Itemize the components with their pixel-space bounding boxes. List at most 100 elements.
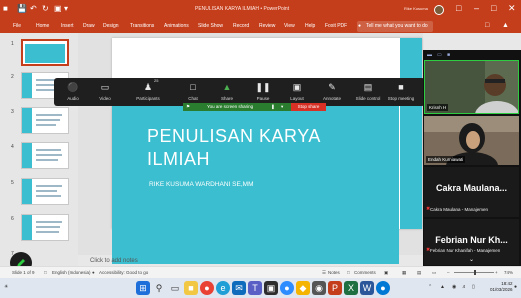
annotate-button[interactable]: ✎ Annotate bbox=[317, 78, 347, 106]
share-button[interactable]: ▲ Share bbox=[214, 78, 240, 106]
tab-transitions[interactable]: Transitions bbox=[130, 23, 154, 29]
participants-button[interactable]: ♟ 25 Participants bbox=[130, 78, 166, 106]
slideshow-icon[interactable]: ▣ bbox=[54, 4, 62, 13]
undo-icon[interactable]: ↶ bbox=[30, 4, 37, 13]
customize-icon[interactable]: ▾ bbox=[64, 4, 68, 13]
panel-collapse-icon[interactable]: ■ bbox=[447, 52, 450, 58]
participant-tile[interactable]: Krisnh H bbox=[424, 60, 519, 114]
zoom-level[interactable]: 74% bbox=[504, 270, 513, 275]
powerpoint-logo-icon: ■ bbox=[3, 4, 8, 13]
edge-icon[interactable]: e bbox=[216, 281, 230, 295]
slide-thumbnail[interactable] bbox=[21, 142, 69, 169]
participant-tile[interactable]: Febrian Nur Kh... ✖ Febrian Nur Khanifah… bbox=[424, 219, 519, 265]
chat-button[interactable]: □ Chat bbox=[180, 78, 206, 106]
stop-meeting-button[interactable]: ■ Stop meeting bbox=[385, 78, 417, 106]
close-icon[interactable]: ✕ bbox=[508, 3, 516, 14]
slide-thumbnail[interactable] bbox=[21, 107, 69, 134]
tab-design[interactable]: Design bbox=[103, 23, 119, 29]
minimize-icon[interactable]: – bbox=[474, 3, 479, 13]
camera-icon[interactable]: ◉ bbox=[312, 281, 326, 295]
app-icon[interactable]: ● bbox=[376, 281, 390, 295]
slide-thumbnail[interactable] bbox=[21, 39, 69, 66]
comments-button[interactable]: Comments bbox=[354, 270, 376, 275]
panel-view-icon[interactable]: ▬ bbox=[427, 52, 432, 58]
slide-control-button[interactable]: ▤ Slide control bbox=[351, 78, 385, 106]
wifi-icon[interactable]: ◉ bbox=[452, 284, 456, 290]
share-ribbon-icon[interactable]: ▲ bbox=[502, 22, 509, 29]
slideshow-view-icon[interactable]: ▭ bbox=[432, 270, 436, 276]
pause-label: Pause bbox=[256, 96, 270, 101]
tab-file[interactable]: File bbox=[13, 23, 21, 29]
weather-icon[interactable]: ☀ bbox=[4, 284, 8, 290]
notification-icon[interactable]: ● bbox=[514, 284, 517, 290]
normal-view-icon[interactable]: ▣ bbox=[384, 270, 388, 276]
tab-foxit-pdf[interactable]: Foxit PDF bbox=[325, 23, 347, 29]
user-name[interactable]: Rike Kusuma bbox=[404, 6, 428, 11]
powerpoint-icon[interactable]: P bbox=[328, 281, 342, 295]
participant-tile[interactable]: Endah Kurniawati bbox=[424, 116, 519, 165]
participant-tile[interactable]: Cakra Maulana... ✖ Cakra Maulana - Manaj… bbox=[424, 167, 519, 217]
search-icon[interactable]: ⚲ bbox=[152, 281, 166, 295]
zoom-slider-thumb[interactable] bbox=[474, 270, 476, 275]
chrome-icon[interactable]: ● bbox=[200, 281, 214, 295]
pause-button[interactable]: ❚❚ Pause bbox=[250, 78, 276, 106]
reading-view-icon[interactable]: ▤ bbox=[417, 270, 421, 276]
sharing-options-icon[interactable]: ▾ bbox=[281, 104, 283, 110]
word-icon[interactable]: W bbox=[360, 281, 374, 295]
tab-slide-show[interactable]: Slide Show bbox=[198, 23, 223, 29]
stop-share-button[interactable]: Stop share bbox=[291, 103, 326, 111]
chevron-down-icon[interactable]: ⌄ bbox=[424, 256, 519, 263]
panel-size-icon[interactable]: ▭ bbox=[437, 52, 442, 58]
slide-thumbnail-panel: 1 2 3 4 5 6 7 bbox=[0, 33, 78, 266]
tray-chevron-icon[interactable]: ⌃ bbox=[428, 284, 432, 290]
notes-placeholder[interactable]: Click to add notes bbox=[90, 258, 138, 264]
language-status[interactable]: English (Indonesia) bbox=[52, 270, 91, 275]
pause-share-icon[interactable]: ❚ bbox=[271, 104, 275, 110]
slide-thumbnail[interactable] bbox=[21, 178, 69, 205]
audio-button[interactable]: ⚫ Audio bbox=[58, 78, 88, 106]
store-icon[interactable]: ▣ bbox=[264, 281, 278, 295]
tab-view[interactable]: View bbox=[284, 23, 295, 29]
tray-app-icon[interactable]: ▲ bbox=[440, 284, 445, 290]
zoom-in-icon[interactable]: + bbox=[495, 270, 498, 275]
explorer-icon[interactable]: ■ bbox=[184, 281, 198, 295]
mail-icon[interactable]: ✉ bbox=[232, 281, 246, 295]
zoom-out-icon[interactable]: – bbox=[447, 270, 450, 275]
video-button[interactable]: ▭ Video bbox=[90, 78, 120, 106]
thumb-graphic bbox=[25, 44, 65, 63]
accessibility-status[interactable]: Accessibility: Good to go bbox=[99, 270, 148, 275]
avatar[interactable] bbox=[434, 5, 444, 15]
layout-button[interactable]: ▣ Layout bbox=[284, 78, 310, 106]
zoom-icon[interactable]: ● bbox=[280, 281, 294, 295]
task-view-icon[interactable]: ▭ bbox=[168, 281, 182, 295]
save-icon[interactable]: 💾 bbox=[17, 4, 27, 13]
windows-icon[interactable]: ⊞ bbox=[136, 281, 150, 295]
tab-help[interactable]: Help bbox=[305, 23, 315, 29]
maximize-icon[interactable]: □ bbox=[491, 3, 496, 13]
tell-me-input[interactable]: Tell me what you want to do bbox=[366, 23, 428, 29]
system-clock[interactable]: 18:42 01/03/2026 bbox=[490, 281, 513, 293]
annotate-label: Annotate bbox=[322, 96, 341, 101]
ribbon-display-icon[interactable]: □ bbox=[456, 3, 461, 13]
tab-record[interactable]: Record bbox=[233, 23, 249, 29]
tab-home[interactable]: Home bbox=[36, 23, 49, 29]
tab-review[interactable]: Review bbox=[259, 23, 275, 29]
tab-animations[interactable]: Animations bbox=[164, 23, 189, 29]
excel-icon[interactable]: X bbox=[344, 281, 358, 295]
slide-thumbnail[interactable] bbox=[21, 214, 69, 241]
slide-subtitle[interactable]: RIKE KUSUMA WARDHANI SE,MM bbox=[149, 181, 254, 188]
volume-icon[interactable]: ♬ bbox=[462, 284, 467, 290]
accessibility-icon[interactable]: ● bbox=[92, 270, 95, 275]
slide-sorter-icon[interactable]: ▦ bbox=[402, 270, 406, 276]
teams-icon[interactable]: T bbox=[248, 281, 262, 295]
redo-icon[interactable]: ↻ bbox=[42, 4, 49, 13]
comments-icon[interactable]: □ bbox=[485, 22, 489, 29]
tab-insert[interactable]: Insert bbox=[61, 23, 74, 29]
photos-icon[interactable]: ◆ bbox=[296, 281, 310, 295]
tab-draw[interactable]: Draw bbox=[83, 23, 95, 29]
slide-title[interactable]: PENULISAN KARYA ILMIAH bbox=[147, 125, 387, 171]
spellcheck-icon[interactable]: □ bbox=[44, 270, 47, 275]
battery-icon[interactable]: ▯ bbox=[472, 284, 475, 290]
audio-label: Audio bbox=[67, 96, 79, 101]
notes-button[interactable]: Notes bbox=[328, 270, 340, 275]
